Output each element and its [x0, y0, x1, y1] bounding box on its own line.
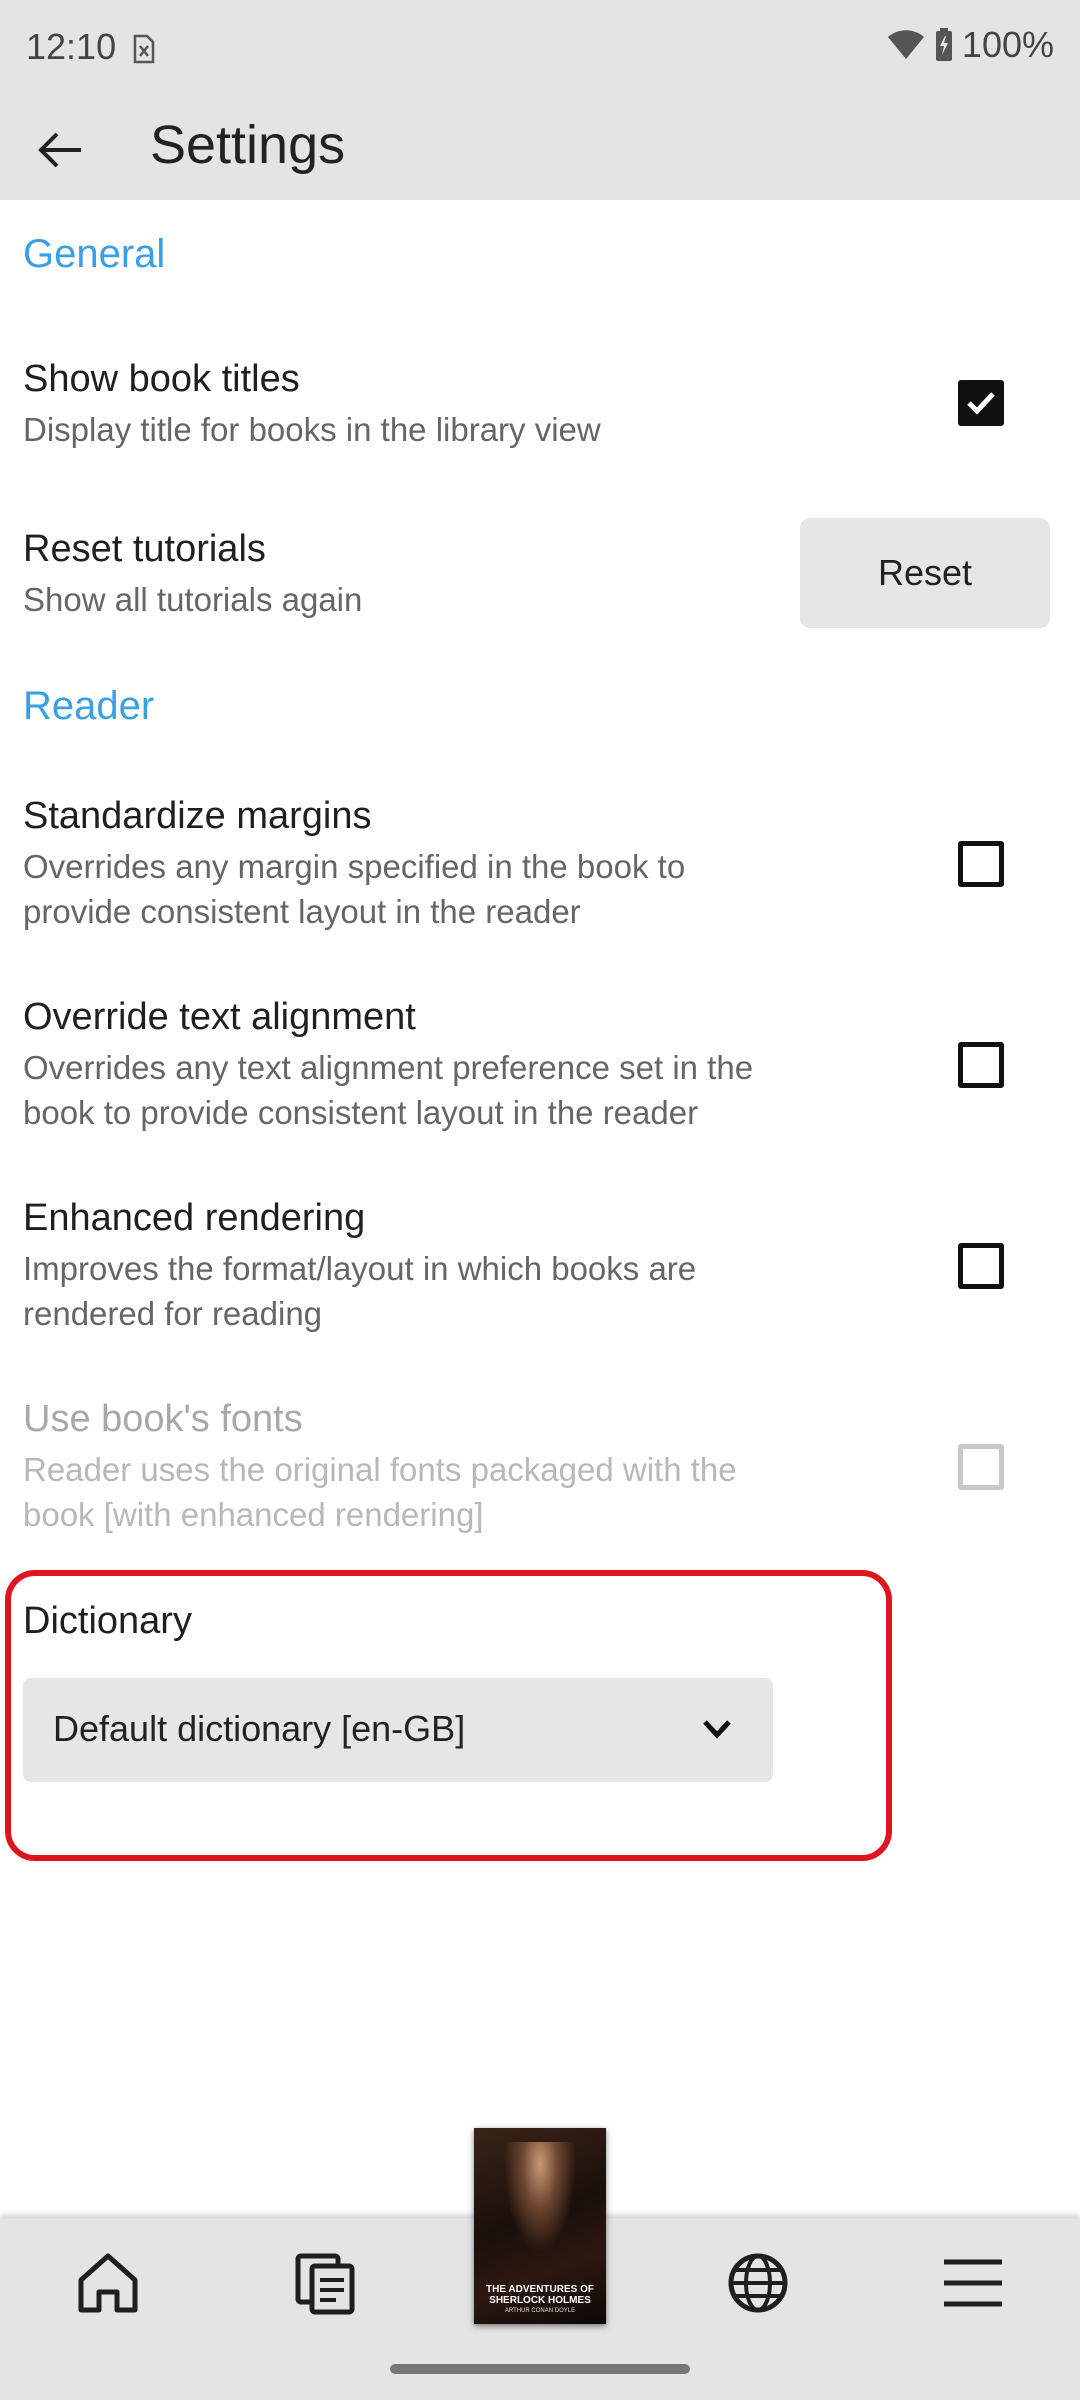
dictionary-selected-value: Default dictionary [en-GB] [53, 1708, 466, 1749]
status-bar: 12:10 100% [0, 0, 1080, 100]
standardize-margins-checkbox[interactable] [958, 841, 1004, 887]
setting-show-book-titles[interactable]: Show book titles Display title for books… [23, 358, 1057, 452]
show-book-titles-checkbox[interactable] [958, 380, 1004, 426]
setting-enhanced-rendering[interactable]: Enhanced rendering Improves the format/l… [23, 1197, 783, 1336]
app-bar: Settings [0, 100, 1080, 200]
back-button[interactable] [22, 118, 98, 182]
dictionary-select[interactable]: Default dictionary [en-GB] [23, 1678, 773, 1782]
use-book-fonts-checkbox [958, 1444, 1004, 1490]
book-cover-art [504, 2142, 576, 2252]
book-cover-title: THE ADVENTURES OF SHERLOCK HOLMES [486, 2284, 594, 2306]
setting-subtitle: Show all tutorials again [23, 581, 363, 618]
setting-title: Enhanced rendering [23, 1197, 366, 1239]
setting-title: Standardize margins [23, 795, 372, 837]
setting-subtitle: Display title for books in the library v… [23, 411, 601, 448]
current-book-cover[interactable]: THE ADVENTURES OF SHERLOCK HOLMES ARTHUR… [474, 2128, 606, 2324]
dictionary-label: Dictionary [23, 1600, 192, 1642]
globe-icon[interactable] [723, 2248, 793, 2318]
wifi-icon [887, 30, 924, 59]
setting-reset-tutorials: Reset tutorials Show all tutorials again [23, 528, 783, 622]
section-header-general: General [23, 232, 166, 276]
book-cover-author: ARTHUR CONAN DOYLE [504, 2308, 576, 2314]
library-icon[interactable] [290, 2248, 360, 2318]
status-time: 12:10 [26, 26, 117, 67]
arrow-left-icon [38, 132, 81, 168]
chevron-down-icon [703, 1720, 731, 1739]
setting-subtitle: Overrides any text alignment preference … [23, 1049, 754, 1131]
section-header-reader: Reader [23, 684, 155, 728]
page-title: Settings [150, 115, 346, 175]
menu-icon[interactable] [938, 2248, 1008, 2318]
setting-subtitle: Overrides any margin specified in the bo… [23, 848, 686, 930]
setting-title: Override text alignment [23, 996, 416, 1038]
setting-standardize-margins[interactable]: Standardize margins Overrides any margin… [23, 795, 783, 934]
setting-title: Use book's fonts [23, 1398, 303, 1440]
checkmark-icon [967, 392, 995, 415]
home-icon[interactable] [73, 2248, 143, 2318]
setting-title: Reset tutorials [23, 528, 266, 570]
battery-charging-icon [935, 28, 952, 61]
setting-subtitle: Improves the format/layout in which book… [23, 1250, 697, 1332]
reset-tutorials-button[interactable]: Reset [800, 518, 1050, 628]
setting-use-book-fonts: Use book's fonts Reader uses the origina… [23, 1398, 803, 1537]
gesture-bar[interactable] [390, 2364, 690, 2374]
setting-override-text-alignment[interactable]: Override text alignment Overrides any te… [23, 996, 823, 1135]
enhanced-rendering-checkbox[interactable] [958, 1243, 1004, 1289]
sim-off-icon [133, 34, 155, 64]
battery-level: 100% [961, 24, 1054, 65]
override-text-alignment-checkbox[interactable] [958, 1042, 1004, 1088]
status-right: 100% [886, 24, 1054, 66]
setting-title: Show book titles [23, 358, 300, 400]
setting-subtitle: Reader uses the original fonts packaged … [23, 1451, 737, 1533]
